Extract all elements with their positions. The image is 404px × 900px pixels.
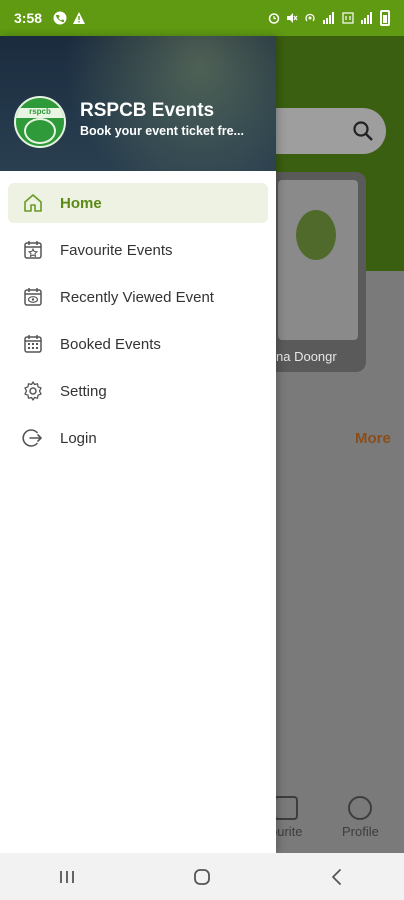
signal-icon: [323, 12, 334, 24]
gear-icon: [22, 380, 44, 402]
battery-icon: [380, 10, 390, 26]
menu-item-label: Login: [60, 429, 97, 447]
favourite-icon: [274, 796, 299, 820]
menu-item-login[interactable]: Login: [8, 418, 268, 458]
app-title: RSPCB Events: [80, 100, 215, 121]
back-button[interactable]: [317, 862, 357, 892]
status-time: 3:58: [14, 10, 43, 26]
logo-text: rspcb: [29, 107, 51, 116]
login-icon: [22, 427, 44, 449]
search-icon: [353, 121, 373, 141]
bottom-nav-profile-label: Profile: [342, 824, 379, 839]
menu-item-home[interactable]: Home: [8, 183, 268, 223]
app-subtitle: Book your event ticket fre...: [80, 124, 244, 138]
menu-item-booked-events[interactable]: Booked Events: [8, 324, 268, 364]
event-card-image: [278, 180, 358, 340]
mute-icon: [287, 13, 298, 23]
bottom-nav-profile[interactable]: Profile: [342, 796, 379, 839]
signal-icon-2: [361, 12, 372, 24]
back-icon: [331, 868, 341, 885]
menu-item-favourite-events[interactable]: Favourite Events: [8, 230, 268, 270]
navigation-drawer: rspcb RSPCB Events Book your event ticke…: [0, 36, 276, 853]
menu-item-recently-viewed[interactable]: Recently Viewed Event: [8, 277, 268, 317]
profile-icon: [348, 796, 373, 820]
hotspot-icon: [305, 13, 315, 22]
calendar-eye-icon: [22, 286, 44, 308]
menu-item-label: Recently Viewed Event: [60, 288, 214, 306]
home-icon: [22, 192, 44, 214]
home-button[interactable]: [182, 862, 222, 892]
warning-icon: [73, 12, 86, 24]
menu-item-setting[interactable]: Setting: [8, 371, 268, 411]
more-link[interactable]: More: [355, 430, 391, 447]
event-seal-image: [296, 210, 336, 260]
calendar-grid-icon: [22, 333, 44, 355]
event-card-title: na Doongr: [276, 349, 337, 364]
menu-item-label: Setting: [60, 382, 107, 400]
recents-icon: [60, 870, 75, 883]
alarm-icon: [268, 13, 280, 24]
app-logo: rspcb: [14, 96, 66, 148]
recents-button[interactable]: [47, 862, 87, 892]
status-bar: 3:58: [0, 0, 404, 36]
drawer-menu: Home Favourite Events Recently Viewed Ev…: [0, 171, 276, 458]
menu-item-label: Home: [60, 194, 102, 212]
data-icon: [342, 12, 354, 24]
calendar-star-icon: [22, 239, 44, 261]
drawer-header: rspcb RSPCB Events Book your event ticke…: [0, 36, 276, 171]
menu-item-label: Favourite Events: [60, 241, 173, 259]
system-nav-bar: [0, 853, 404, 900]
home-circle-icon: [194, 868, 210, 885]
phone-icon: [53, 11, 67, 25]
menu-item-label: Booked Events: [60, 335, 161, 353]
